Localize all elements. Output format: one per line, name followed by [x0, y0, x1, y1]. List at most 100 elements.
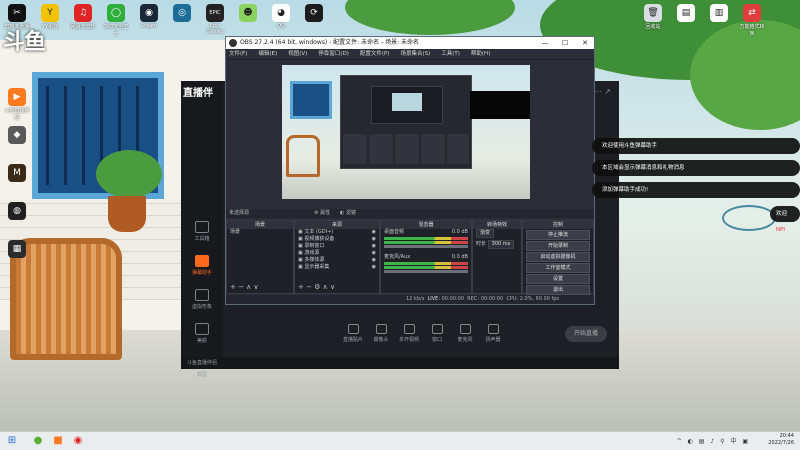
- desktop-icon[interactable]: ▶ 斗鱼直播伴侣: [4, 88, 30, 121]
- taskbar-app-icon[interactable]: ■: [52, 435, 64, 447]
- desktop-icon[interactable]: ☻: [235, 4, 261, 23]
- desktop-icon[interactable]: ▤: [673, 4, 699, 23]
- filters-button[interactable]: ◐ 滤镜: [340, 209, 356, 218]
- obs-menu-item[interactable]: 帮助(H): [471, 51, 490, 57]
- source-item-label: 文本 (GDI+): [304, 229, 334, 235]
- sidebar-item-label: 弹幕助手: [191, 270, 212, 276]
- desktop-icon-label: QQ: [277, 23, 285, 29]
- obs-menu-item[interactable]: 工具(T): [441, 51, 460, 57]
- desktop-icon[interactable]: ◉ Steam: [136, 4, 162, 29]
- system-tray-icons[interactable]: ^ ◐ ▤ ♪ ⚲ 中 ▣: [677, 436, 750, 445]
- desktop-icon-label: 剪映专业版: [4, 24, 30, 30]
- volume-slider[interactable]: [384, 270, 468, 273]
- properties-button[interactable]: ⚙ 属性: [314, 209, 330, 218]
- helper-sidebar: 直播伴 工具箱 弹幕助手 虚拟形象 美颜 截图: [181, 81, 223, 378]
- source-item[interactable]: ▣ 视频捕获设备 ◉: [295, 236, 379, 243]
- helper-action-button[interactable]: 直播贴片: [341, 324, 365, 343]
- eye-icon[interactable]: ◉: [372, 264, 376, 271]
- app-icon: Y: [41, 4, 59, 22]
- obs-titlebar[interactable]: OBS 27.2.4 (64 bit, windows) - 配置文件: 未命名…: [226, 37, 594, 49]
- source-item[interactable]: ▣ 文本 (GDI+) ◉: [295, 229, 379, 236]
- desktop-icon[interactable]: ✂ 剪映专业版: [4, 4, 30, 30]
- helper-sidebar-item[interactable]: 弹幕助手: [183, 255, 221, 276]
- helper-window-icons[interactable]: ⋯ ↗: [594, 87, 611, 96]
- helper-sidebar-item[interactable]: 虚拟形象: [183, 289, 221, 310]
- helper-action-button[interactable]: 麦克风: [453, 324, 477, 343]
- source-item[interactable]: ▣ 显示器采集 ◉: [295, 264, 379, 271]
- desktop-icon[interactable]: ▥: [706, 4, 732, 23]
- obs-preview[interactable]: [282, 65, 530, 199]
- live-time: 00:00:00: [441, 296, 465, 302]
- desktop-icon[interactable]: ♫ 网易云音乐: [70, 4, 96, 30]
- obs-menu-item[interactable]: 停靠窗口(D): [318, 51, 349, 57]
- app-icon: 🗑: [644, 4, 662, 22]
- taskbar-app-icon[interactable]: ●: [32, 435, 44, 447]
- start-live-button[interactable]: 开始直播: [565, 326, 607, 342]
- desktop-icon[interactable]: ▦: [4, 240, 30, 259]
- action-label: 多开视频: [398, 337, 419, 343]
- helper-action-button[interactable]: 摄像头: [369, 324, 393, 343]
- control-button[interactable]: 开始录制: [526, 241, 590, 251]
- desktop-icon[interactable]: Y YY语音: [37, 4, 63, 30]
- desktop-icon[interactable]: M: [4, 164, 30, 183]
- source-item[interactable]: ▣ 多媒体源 ◉: [295, 257, 379, 264]
- taskbar-clock[interactable]: 20:44 2022/7/26: [768, 433, 794, 447]
- control-button[interactable]: 退出: [526, 285, 590, 295]
- obs-menu-item[interactable]: 场景集合(S): [400, 51, 430, 57]
- taskbar-app-icon[interactable]: ◉: [72, 435, 84, 447]
- desktop-icon[interactable]: ⇄ 万能格式转换: [739, 4, 765, 37]
- eye-icon[interactable]: ◉: [372, 243, 376, 250]
- scene-toolbar[interactable]: + − ∧ ∨: [230, 283, 259, 291]
- control-button[interactable]: 设置: [526, 274, 590, 284]
- app-icon: ▤: [677, 4, 695, 22]
- close-icon[interactable]: ✕: [576, 37, 594, 49]
- obs-window[interactable]: OBS 27.2.4 (64 bit, windows) - 配置文件: 未命名…: [225, 36, 595, 305]
- minimize-icon[interactable]: —: [536, 37, 554, 49]
- transition-type-select[interactable]: 渐变: [476, 229, 495, 238]
- desktop-icon[interactable]: ◎: [169, 4, 195, 23]
- desktop-icon[interactable]: ⟳: [301, 4, 327, 23]
- obs-menu-item[interactable]: 配置文件(P): [360, 51, 390, 57]
- obs-menu-item[interactable]: 编辑(E): [258, 51, 277, 57]
- mixer-channel-desktop: 桌面音频 0.0 dB: [381, 229, 471, 236]
- helper-action-button[interactable]: 扬声器: [481, 324, 505, 343]
- desktop-icon[interactable]: ◕ QQ: [268, 4, 294, 29]
- eye-icon[interactable]: ◉: [372, 257, 376, 264]
- scene-item[interactable]: 场景: [227, 229, 293, 236]
- obs-menu-item[interactable]: 视图(V): [288, 51, 307, 57]
- desktop-icon[interactable]: ◍: [4, 202, 30, 221]
- obs-menu-item[interactable]: 文件(F): [229, 51, 247, 57]
- control-button[interactable]: 停止推流: [526, 230, 590, 240]
- eye-icon[interactable]: ◉: [372, 236, 376, 243]
- source-toolbar[interactable]: + − ⚙ ∧ ∨: [298, 283, 335, 291]
- volume-slider[interactable]: [384, 245, 468, 248]
- eye-icon[interactable]: ◉: [372, 250, 376, 257]
- volume-meter: [384, 262, 468, 265]
- volume-meter: [384, 241, 468, 244]
- desktop-icon-label: Steam: [140, 23, 158, 29]
- helper-sidebar-item[interactable]: 美颜: [183, 323, 221, 344]
- helper-sidebar-item[interactable]: 工具箱: [183, 221, 221, 242]
- duration-input[interactable]: 300 ms: [487, 240, 515, 249]
- app-icon: ◆: [8, 126, 26, 144]
- helper-action-button[interactable]: 窗口: [425, 324, 449, 343]
- volume-meter: [384, 266, 468, 269]
- helper-action-button[interactable]: 多开视频: [397, 324, 421, 343]
- control-button[interactable]: 启动虚拟摄像机: [526, 252, 590, 262]
- desktop-icon[interactable]: ◯ 360安全卫士: [103, 4, 129, 37]
- start-icon[interactable]: ⊞: [6, 435, 18, 447]
- control-button[interactable]: 工作室模式: [526, 263, 590, 273]
- desktop-icon[interactable]: ◆: [4, 126, 30, 145]
- obs-docks: 场景 场景 + − ∧ ∨ 来源 ▣ 文本 (GDI+) ◉ ▣ 视频捕获设备 ◉ ▣ …: [226, 220, 594, 295]
- desktop-icon[interactable]: EPIC Epic Games: [202, 4, 228, 35]
- chat-highlight: NPI: [776, 227, 786, 233]
- source-item[interactable]: ▣ 录制窗口 ◉: [295, 243, 379, 250]
- rec-label: REC:: [467, 296, 480, 302]
- scenes-dock: 场景 场景 + − ∧ ∨: [226, 220, 294, 294]
- chat-text: 欢迎: [776, 211, 788, 217]
- eye-icon[interactable]: ◉: [372, 229, 376, 236]
- source-item[interactable]: ▣ 游戏源 ◉: [295, 250, 379, 257]
- desktop-icon[interactable]: 🗑 回收站: [640, 4, 666, 30]
- live-label: LIVE:: [427, 296, 441, 302]
- maximize-icon[interactable]: ☐: [556, 37, 574, 49]
